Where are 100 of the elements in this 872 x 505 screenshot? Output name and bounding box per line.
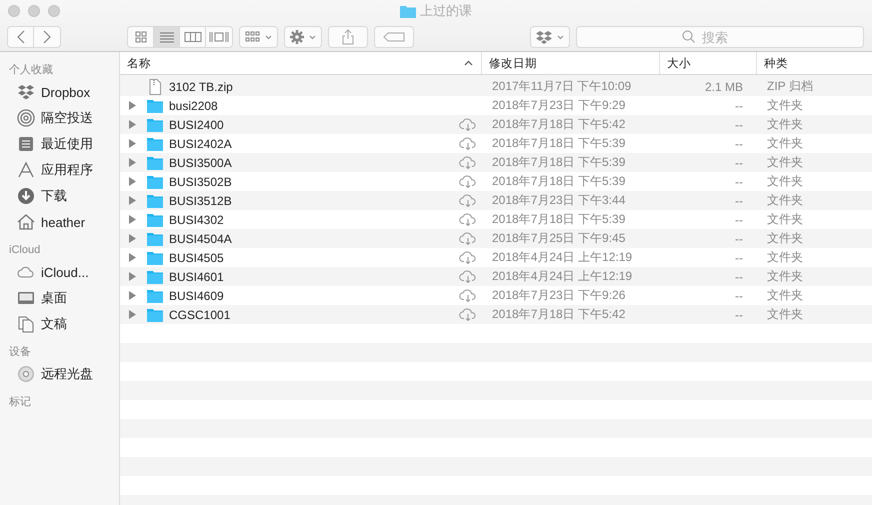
date-cell-text: 2018年7月18日 下午5:39 (491, 135, 626, 152)
forward-chevron-icon (43, 30, 51, 44)
date-cell-text: 2018年7月23日 下午9:26 (491, 287, 626, 304)
airdrop-icon (17, 109, 35, 127)
date-cell-text: 2018年7月18日 下午5:42 (491, 116, 626, 133)
disclosure-triangle-icon[interactable] (129, 139, 136, 148)
dropbox-button[interactable] (530, 26, 570, 48)
kind-column-header[interactable]: 种类 (757, 52, 872, 74)
kind-cell-text: 文件夹 (766, 116, 804, 133)
file-name: BUSI4609 (169, 288, 225, 302)
navigation-control[interactable] (7, 26, 61, 48)
disclosure-triangle-icon[interactable] (129, 101, 136, 110)
gallery-icon (209, 31, 229, 43)
disclosure-triangle-icon[interactable] (129, 177, 136, 186)
sidebar-item[interactable]: 隔空投送 (0, 105, 119, 131)
size-cell-text: -- (734, 308, 744, 322)
caret-icon (557, 34, 564, 40)
sidebar-item[interactable]: iCloud... (0, 259, 119, 285)
sidebar-section-title: 个人收藏 (8, 62, 54, 78)
apps-icon (17, 161, 35, 179)
zoom-button[interactable] (48, 5, 60, 17)
size-cell-text: -- (734, 270, 744, 284)
arrange-button[interactable] (239, 26, 278, 48)
cloud-download-icon[interactable] (459, 270, 477, 283)
sidebar-item[interactable]: 下载 (0, 183, 119, 209)
kind-cell-text: 文件夹 (766, 173, 804, 190)
file-name: busi2208 (169, 98, 219, 112)
folder-icon (147, 288, 163, 302)
size-column-header[interactable]: 大小 (660, 52, 757, 74)
sidebar-section-title: 设备 (8, 345, 32, 360)
list-view-button[interactable] (154, 27, 180, 47)
close-button[interactable] (8, 5, 20, 17)
kind-cell-text: 文件夹 (766, 230, 804, 247)
size-cell-text: -- (734, 232, 744, 246)
sidebar-item[interactable]: 文稿 (0, 311, 119, 337)
kind-cell-text: 文件夹 (766, 192, 804, 209)
sidebar-item[interactable]: 最近使用 (0, 131, 119, 157)
zip-file-icon (147, 78, 163, 94)
sidebar-item[interactable]: 应用程序 (0, 157, 119, 183)
disclosure-triangle-icon[interactable] (129, 196, 136, 205)
size-cell-text: -- (734, 156, 744, 170)
disclosure-triangle-icon[interactable] (129, 310, 136, 319)
disclosure-triangle-icon[interactable] (129, 215, 136, 224)
settings-button[interactable] (284, 26, 322, 48)
size-cell-text: -- (734, 174, 744, 188)
tag-button[interactable] (374, 26, 414, 48)
folder-icon (147, 270, 163, 284)
tag-icon (383, 32, 405, 42)
date-cell-text: 2018年7月18日 下午5:39 (491, 173, 626, 190)
cloud-download-icon[interactable] (459, 175, 477, 188)
size-cell-text: -- (734, 118, 744, 132)
folder-icon (147, 136, 163, 150)
disclosure-triangle-icon[interactable] (129, 158, 136, 167)
disc-icon (17, 365, 35, 383)
cloud-download-icon[interactable] (459, 308, 477, 321)
size-cell-text: 2.1 MB (704, 80, 744, 94)
disclosure-triangle-icon[interactable] (129, 120, 136, 129)
date-cell-text: 2018年7月18日 下午5:39 (491, 211, 626, 228)
cloud-download-icon[interactable] (459, 232, 477, 245)
sidebar-item[interactable]: heather (0, 209, 119, 235)
file-name: BUSI4601 (169, 270, 225, 284)
share-button[interactable] (328, 26, 368, 48)
file-name: CGSC1001 (169, 308, 232, 322)
size-cell-text: -- (734, 212, 744, 226)
folder-icon (147, 156, 163, 170)
disclosure-triangle-icon[interactable] (129, 234, 136, 243)
sort-caret-icon (464, 60, 473, 66)
file-name: BUSI4505 (169, 250, 225, 264)
folder-icon (147, 174, 163, 188)
file-name: BUSI3512B (169, 194, 233, 208)
folder-icon (147, 98, 163, 112)
disclosure-triangle-icon[interactable] (129, 253, 136, 262)
cloud-download-icon[interactable] (459, 156, 477, 169)
sidebar-item[interactable]: 远程光盘 (0, 361, 119, 387)
sidebar-section-title: 标记 (8, 395, 32, 410)
folder-icon (147, 118, 163, 132)
kind-cell-text: 文件夹 (766, 211, 804, 228)
cloud-download-icon[interactable] (459, 118, 477, 131)
gear-icon (290, 30, 304, 44)
search-field[interactable]: 搜索 (576, 26, 864, 48)
sidebar-item[interactable]: 桌面 (0, 285, 119, 311)
cloud-download-icon[interactable] (459, 289, 477, 302)
cloud-download-icon[interactable] (459, 251, 477, 264)
folder-icon (147, 308, 163, 322)
size-cell-text: -- (734, 98, 744, 112)
list-icon (158, 31, 174, 43)
name-column-header[interactable]: 名称 (120, 52, 482, 74)
cloud-download-icon[interactable] (459, 194, 477, 207)
view-mode-control[interactable] (127, 26, 233, 48)
file-name: BUSI4504A (169, 232, 233, 246)
date-cell-text: 2018年7月23日 下午3:44 (491, 192, 626, 209)
cloud-download-icon[interactable] (459, 137, 477, 150)
kind-cell-text: 文件夹 (766, 135, 804, 152)
sidebar-item[interactable]: Dropbox (0, 79, 119, 105)
cloud-download-icon[interactable] (459, 213, 477, 226)
disclosure-triangle-icon[interactable] (129, 291, 136, 300)
date-column-header[interactable]: 修改日期 (482, 52, 660, 74)
sidebar-section-title: iCloud (8, 243, 42, 258)
minimize-button[interactable] (28, 5, 40, 17)
disclosure-triangle-icon[interactable] (129, 272, 136, 281)
